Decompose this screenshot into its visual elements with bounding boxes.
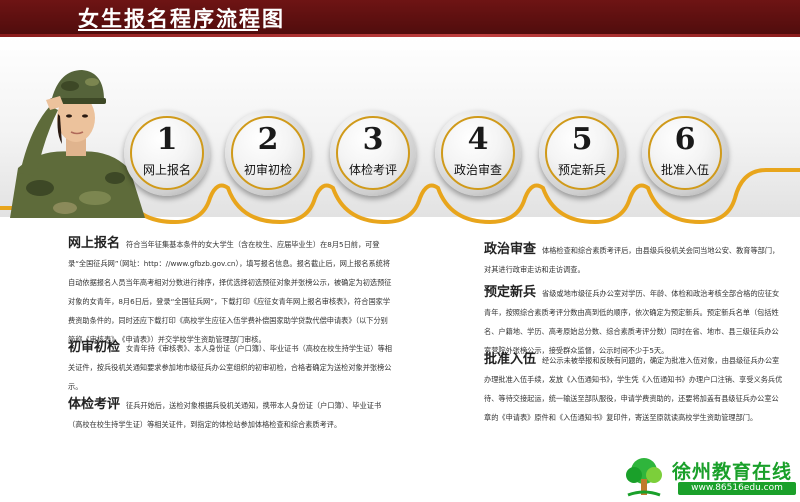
section-online-registration: 网上报名 符合当年征集基本条件的女大学生（含在校生、应届毕业生）在8月5日前，可登… [68,232,393,346]
section-body: 符合当年征集基本条件的女大学生（含在校生、应届毕业生）在8月5日前，可登录“全国… [68,240,392,344]
step-label: 批准入伍 [660,163,709,177]
step-4: 4 政治审查 [435,110,521,196]
logo-text: 徐州教育在线 [672,461,793,483]
step-2: 2 初审初检 [225,110,311,196]
step-number: 4 [467,122,489,157]
step-6: 6 批准入伍 [642,110,728,196]
section-political-review: 政治审查 体格检查和综合素质考评后，由县级兵役机关会同当地公安、教育等部门，对其进… [484,238,784,276]
step-3: 3 体检考评 [330,110,416,196]
step-number: 2 [257,122,279,157]
section-physical-exam: 体检考评 征兵开始后，送检对象根据兵役机关通知，携带本人身份证（户口簿）、毕业证书… [68,393,393,431]
tree-logo-icon [626,458,662,497]
section-title: 政治审查 [484,242,537,257]
step-label: 预定新兵 [557,163,606,177]
step-label: 政治审查 [453,163,502,177]
step-number: 5 [571,122,593,157]
site-logo: 徐州教育在线 www.86516edu.com [622,455,797,499]
section-title: 体检考评 [68,397,121,412]
step-1: 1 网上报名 [124,110,210,196]
step-label: 网上报名 [142,163,191,177]
step-5: 5 预定新兵 [539,110,625,196]
section-title: 预定新兵 [484,285,537,300]
flowchart-canvas: 女生报名程序流程图 1 网上报名 2 初审初检 3 体检考评 4 政治审查 5 … [0,0,800,502]
step-number: 3 [362,122,384,157]
step-label: 体检考评 [348,163,397,177]
section-approve-enlistment: 批准入伍 经公示未被举报和反映有问题的，确定为批准入伍对象，由县级征兵办公室办理批… [484,348,784,424]
logo-url: www.86516edu.com [678,482,796,495]
step-label: 初审初检 [243,163,292,177]
section-reserve-recruits: 预定新兵 省级或地市级征兵办公室对学历、年龄、体检和政治考核全部合格的应征女青年，… [484,281,784,357]
step-number: 6 [674,122,696,157]
section-title: 网上报名 [68,236,121,251]
section-title: 初审初检 [68,340,121,355]
section-initial-check: 初审初检 女青年持《审核表》、本人身份证（户口簿）、毕业证书（高校在校生持学生证）… [68,336,393,393]
section-title: 批准入伍 [484,352,537,367]
step-number: 1 [156,122,178,157]
